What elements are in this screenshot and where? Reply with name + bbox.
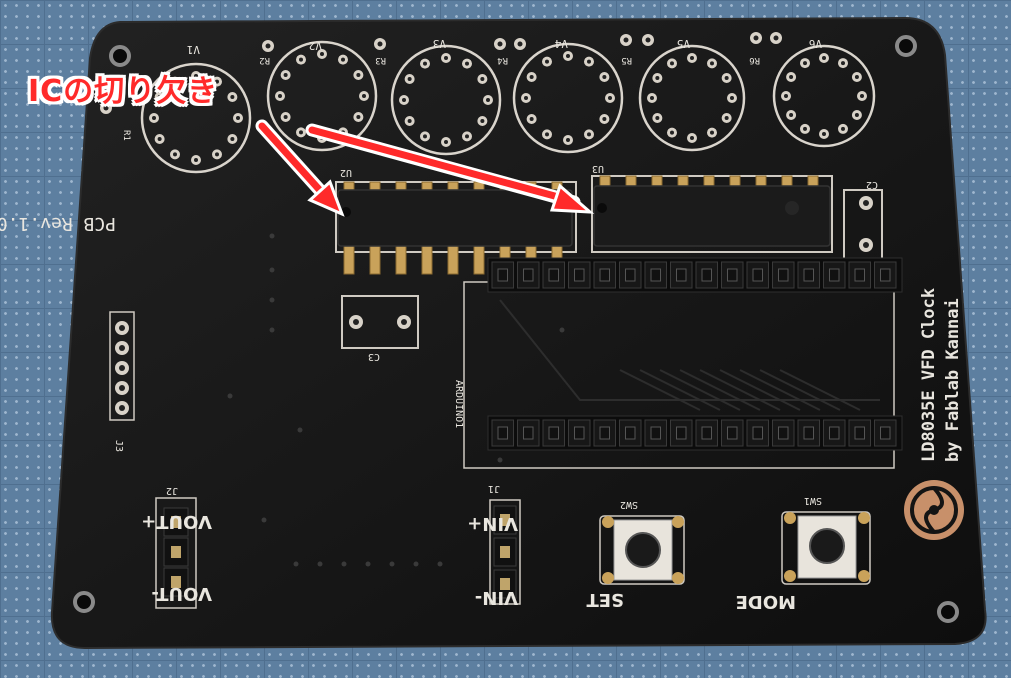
silk-label-j2: J2 bbox=[166, 485, 178, 496]
c2-pad-hole-2 bbox=[863, 242, 869, 248]
silk-button-set: SET bbox=[586, 589, 624, 610]
silk-label-u3: U3 bbox=[592, 163, 604, 174]
silk-label-r4: R4 bbox=[497, 55, 508, 65]
silk-label-r2: R2 bbox=[259, 55, 270, 65]
silk-label-r6: R6 bbox=[749, 55, 760, 65]
silk-vin-plus: VIN+ bbox=[467, 513, 518, 534]
silk-label-j3: J3 bbox=[113, 440, 124, 452]
silk-label-c3: C3 bbox=[368, 351, 380, 362]
silk-label-v6: V6 bbox=[809, 37, 822, 50]
silk-label-r5: R5 bbox=[621, 55, 632, 65]
silk-label-r3: R3 bbox=[375, 55, 386, 65]
silk-title-line1: LD8035E VFD Clock bbox=[919, 288, 939, 462]
silk-vin-minus: VIN- bbox=[475, 587, 518, 608]
silk-label-arduino: ARDUINO1 bbox=[453, 380, 464, 428]
ic-u3-notch bbox=[597, 203, 607, 213]
ic-u3-pin1-dimple bbox=[785, 201, 799, 215]
silk-button-mode: MODE bbox=[736, 591, 796, 612]
silk-vout-plus: VOUT+ bbox=[141, 511, 212, 532]
silk-label-v4: V4 bbox=[554, 37, 568, 50]
silk-label-v3: V3 bbox=[433, 37, 446, 50]
fablab-logo bbox=[904, 480, 964, 540]
photo-scene: V1 V2 V3 V4 V5 V6 R1 R2 R3 R4 R5 R6 PCB … bbox=[0, 0, 1011, 678]
arduino-header-bottom bbox=[487, 415, 903, 451]
silk-label-r1: R1 bbox=[121, 130, 131, 141]
silk-label-sw2: SW2 bbox=[620, 499, 638, 510]
silk-revision: PCB Rev.1.0 bbox=[0, 213, 116, 234]
silk-label-c2: C2 bbox=[866, 179, 878, 190]
silk-label-u2: U2 bbox=[340, 167, 352, 178]
silk-title-line2: by Fablab Kannai bbox=[943, 298, 963, 462]
silk-vout-minus: VOUT- bbox=[151, 583, 212, 604]
arduino-header-top bbox=[487, 257, 903, 293]
ic-u3-chip bbox=[593, 175, 831, 247]
silk-label-j1: J1 bbox=[488, 483, 500, 494]
silk-label-sw1: SW1 bbox=[804, 495, 822, 506]
c2-pad-hole-1 bbox=[863, 200, 869, 206]
silk-label-v1: V1 bbox=[187, 43, 200, 56]
silk-label-v5: V5 bbox=[677, 37, 690, 50]
annotation-callout-text: ICの切り欠き bbox=[28, 74, 219, 109]
silk-label-v2: V2 bbox=[309, 39, 322, 52]
